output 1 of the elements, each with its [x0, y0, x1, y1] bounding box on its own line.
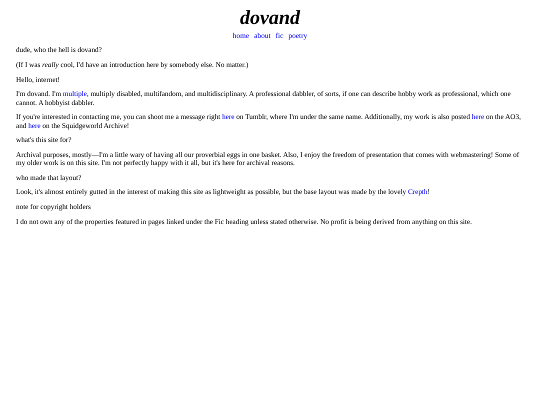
- site-title: dovand: [239, 6, 302, 30]
